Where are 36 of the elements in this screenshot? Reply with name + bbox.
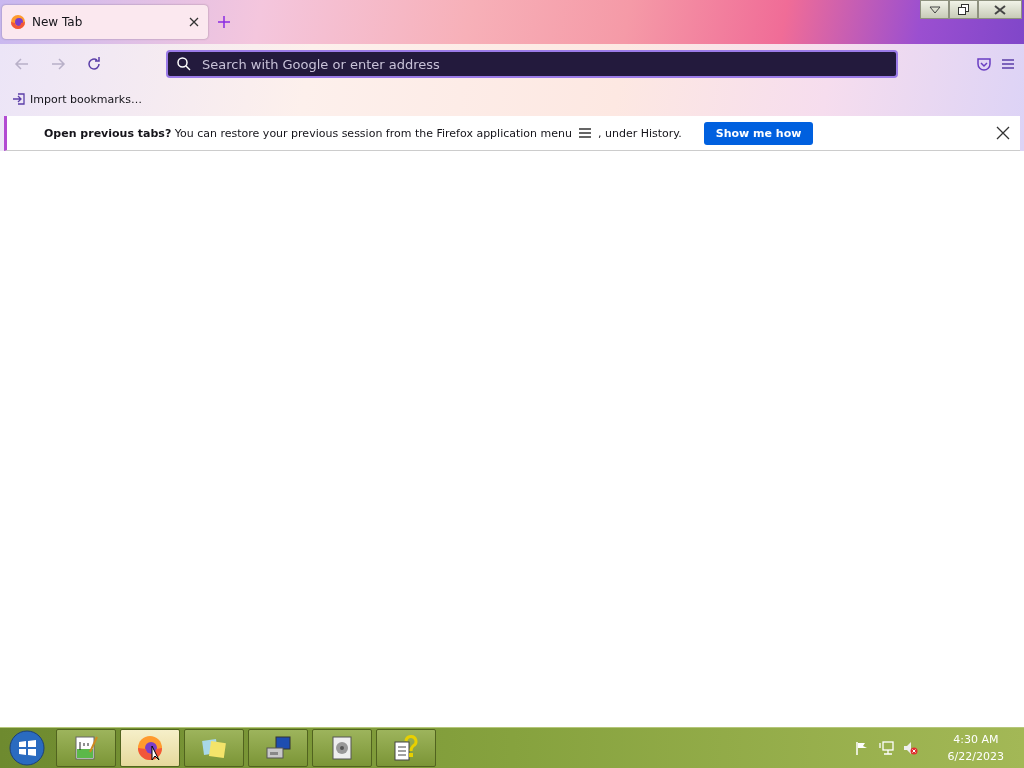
muted-speaker-icon[interactable] — [901, 740, 918, 756]
menu-icon[interactable] — [1000, 56, 1016, 72]
taskbar-button[interactable] — [376, 729, 436, 767]
tab-title: New Tab — [32, 15, 84, 29]
address-bar[interactable]: Search with Google or enter address — [166, 50, 898, 78]
restore-icon — [958, 4, 969, 15]
restore-button[interactable] — [949, 0, 978, 19]
show-me-how-button[interactable]: Show me how — [703, 121, 814, 145]
help-document-icon — [392, 734, 420, 762]
reload-icon — [86, 56, 102, 72]
forward-arrow-icon — [50, 56, 66, 72]
pocket-icon[interactable] — [976, 56, 992, 72]
address-field[interactable]: Search with Google or enter address — [200, 55, 888, 73]
close-icon — [993, 4, 1007, 15]
computer-icon — [264, 734, 292, 762]
plus-icon[interactable] — [216, 14, 232, 30]
notification-message: Open previous tabs? You can restore your previous session from the Firefox application menu — [44, 126, 572, 140]
triangle-icon — [928, 5, 941, 14]
close-icon[interactable] — [996, 126, 1010, 140]
back-arrow-icon — [14, 56, 30, 72]
firefox-icon — [136, 734, 164, 762]
import-icon — [12, 92, 26, 106]
browser-tab[interactable]: New Tab — [2, 5, 208, 39]
search-icon — [176, 56, 192, 72]
notification-message: , under History. — [598, 126, 682, 140]
import-bookmarks-link[interactable]: Import bookmarks… — [12, 92, 142, 106]
firefox-icon — [10, 14, 26, 30]
taskbar-button[interactable] — [248, 729, 308, 767]
close-button[interactable] — [978, 0, 1022, 19]
taskbar-button[interactable] — [312, 729, 372, 767]
menu-icon — [578, 127, 592, 139]
taskbar-button[interactable] — [184, 729, 244, 767]
taskbar-button[interactable] — [56, 729, 116, 767]
start-button[interactable] — [9, 730, 45, 766]
notepad-icon — [72, 734, 100, 762]
taskbar-button[interactable] — [120, 729, 180, 767]
